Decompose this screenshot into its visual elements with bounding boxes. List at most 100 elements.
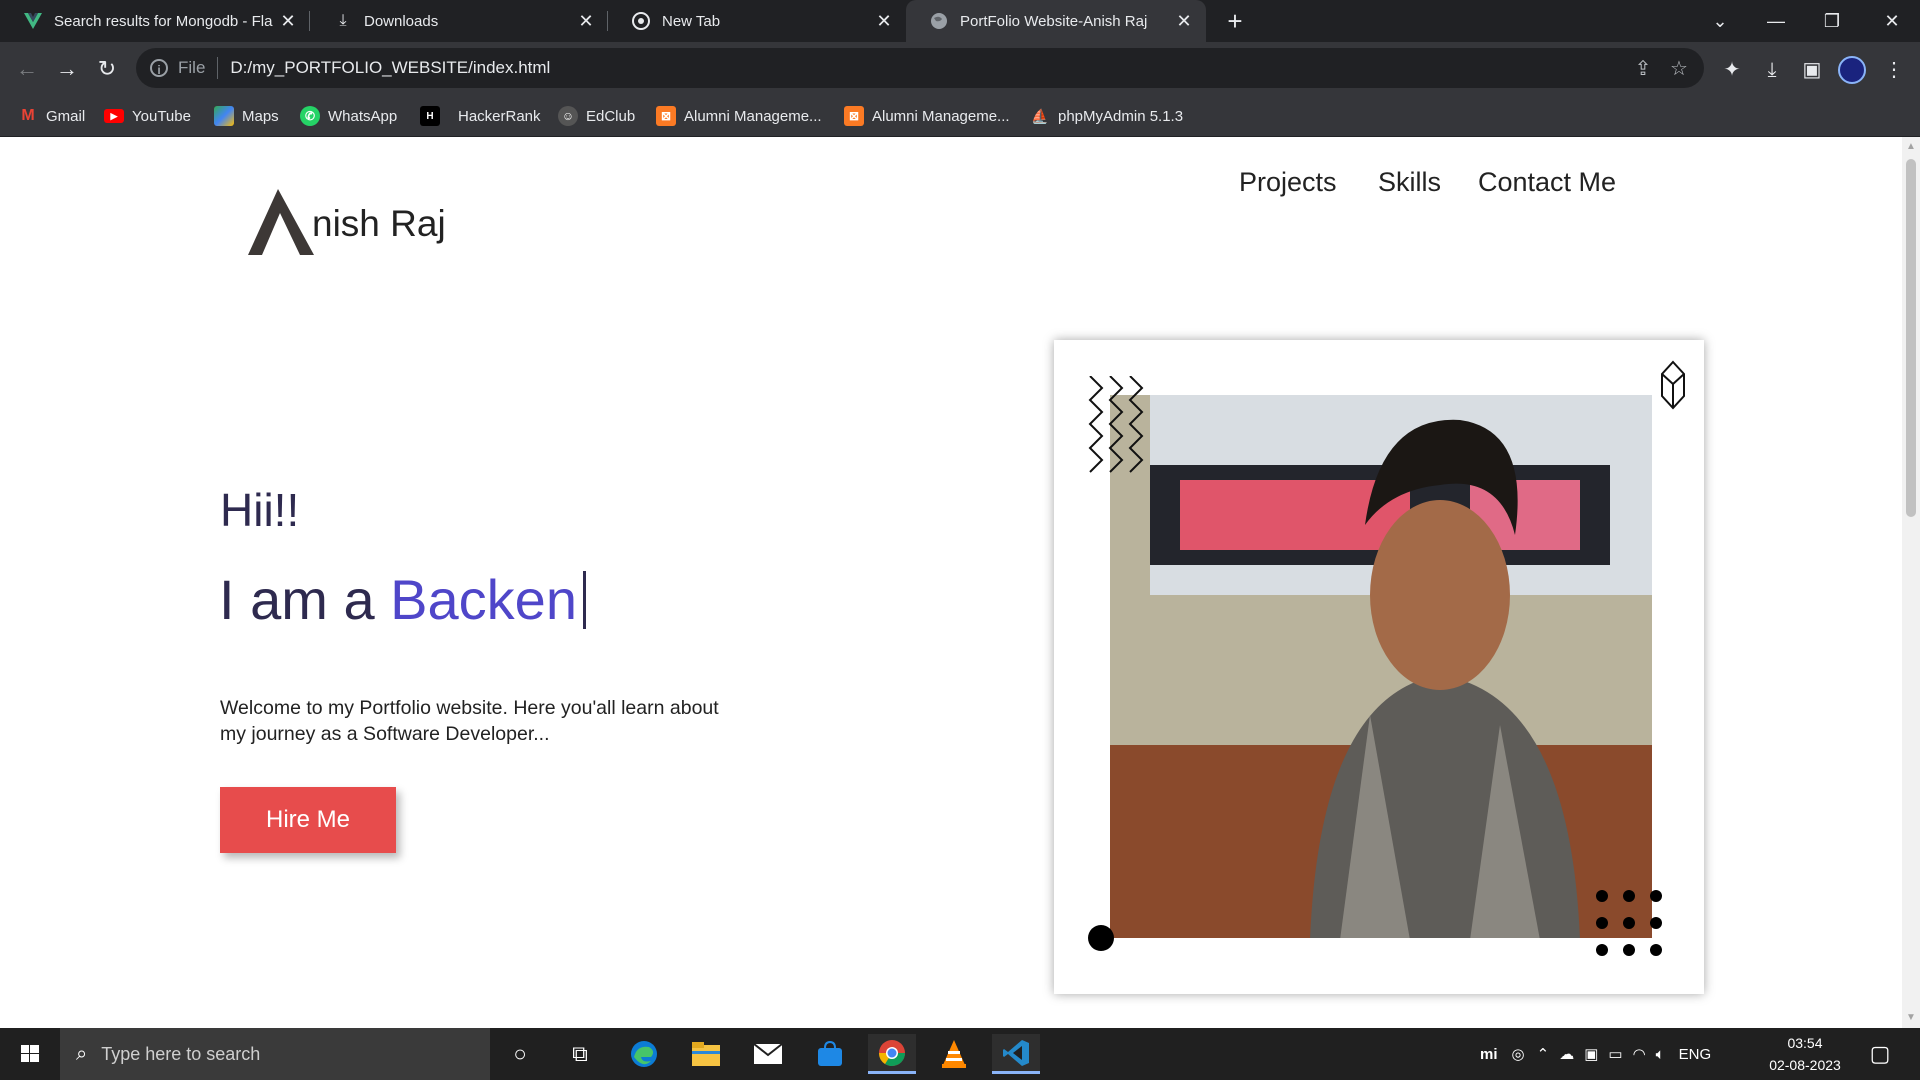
bookmark-alumni-1[interactable]: ⊠ Alumni Manageme... bbox=[656, 96, 822, 136]
hire-me-button[interactable]: Hire Me bbox=[220, 787, 396, 853]
clock-date: 02-08-2023 bbox=[1769, 1057, 1841, 1073]
bookmark-maps[interactable]: Maps bbox=[214, 96, 279, 136]
bookmark-alumni-2[interactable]: ⊠ Alumni Manageme... bbox=[844, 96, 1010, 136]
scroll-thumb[interactable] bbox=[1906, 159, 1916, 517]
bookmark-label: phpMyAdmin 5.1.3 bbox=[1058, 107, 1184, 125]
page-scrollbar[interactable]: ▲ ▼ bbox=[1902, 137, 1920, 1028]
back-icon[interactable]: ← bbox=[11, 53, 43, 85]
search-icon: ⌕ bbox=[76, 1042, 88, 1065]
store-icon[interactable] bbox=[806, 1034, 854, 1074]
tab-search-icon[interactable]: ⌄ bbox=[1692, 0, 1748, 42]
bookmark-star-icon[interactable]: ☆ bbox=[1666, 56, 1692, 82]
chevron-up-icon[interactable]: ⌃ bbox=[1537, 1045, 1550, 1063]
close-tab-icon[interactable]: ✕ bbox=[1170, 11, 1198, 32]
taskbar-search-box[interactable]: ⌕ Type here to search bbox=[60, 1028, 490, 1080]
site-logo[interactable]: nish Raj bbox=[248, 189, 446, 255]
intro-heading: I am a Backen bbox=[219, 567, 586, 632]
url-scheme: File bbox=[178, 58, 206, 77]
mail-icon[interactable] bbox=[744, 1034, 792, 1074]
scroll-down-icon[interactable]: ▼ bbox=[1902, 1010, 1920, 1026]
bookmark-label: Maps bbox=[242, 107, 279, 125]
bookmark-label: Alumni Manageme... bbox=[872, 107, 1010, 125]
volume-icon[interactable]: 🔈︎ bbox=[1656, 1046, 1665, 1063]
system-tray: mi ◎ ⌃ ☁ ▣ ▭ ◠ 🔈︎ ENG bbox=[1480, 1028, 1711, 1080]
crystal-decoration bbox=[1661, 360, 1685, 410]
close-tab-icon[interactable]: ✕ bbox=[870, 11, 898, 32]
onedrive-icon[interactable]: ☁ bbox=[1559, 1045, 1574, 1063]
menu-icon[interactable]: ⋮ bbox=[1880, 56, 1908, 84]
address-bar[interactable]: i File D:/my_PORTFOLIO_WEBSITE/index.htm… bbox=[136, 48, 1704, 88]
bookmark-hackerrank[interactable]: H HackerRank bbox=[420, 96, 541, 136]
notification-icon[interactable]: ▢ bbox=[1856, 1034, 1904, 1074]
meet-now-icon[interactable]: ▣ bbox=[1584, 1045, 1598, 1063]
tab-portfolio[interactable]: PortFolio Website-Anish Raj ✕ bbox=[906, 0, 1206, 42]
bookmark-label: YouTube bbox=[132, 107, 191, 125]
url-text[interactable]: D:/my_PORTFOLIO_WEBSITE/index.html bbox=[230, 58, 550, 78]
sync-icon[interactable]: ◎ bbox=[1512, 1045, 1525, 1063]
tab-title: Search results for Mongodb - Fla bbox=[54, 12, 273, 30]
share-icon[interactable]: ⇪ bbox=[1630, 56, 1656, 82]
language-indicator[interactable]: ENG bbox=[1679, 1046, 1712, 1063]
info-icon[interactable]: i bbox=[150, 59, 168, 77]
scroll-up-icon[interactable]: ▲ bbox=[1902, 139, 1920, 155]
tab-downloads[interactable]: ⤓ Downloads ✕ bbox=[310, 0, 608, 42]
wifi-icon[interactable]: ◠ bbox=[1633, 1045, 1646, 1063]
download-icon: ⤓ bbox=[339, 12, 347, 29]
nav-projects[interactable]: Projects bbox=[1239, 167, 1337, 198]
chrome-icon bbox=[632, 12, 650, 30]
nav-skills[interactable]: Skills bbox=[1378, 167, 1441, 198]
tab-new-tab[interactable]: New Tab ✕ bbox=[608, 0, 906, 42]
bookmark-phpmyadmin[interactable]: ⛵ phpMyAdmin 5.1.3 bbox=[1030, 96, 1183, 136]
close-window-button[interactable]: ✕ bbox=[1864, 0, 1920, 42]
minimize-button[interactable]: — bbox=[1748, 0, 1804, 42]
taskbar-clock[interactable]: 03:54 02-08-2023 bbox=[1764, 1032, 1846, 1076]
restore-button[interactable]: ❐ bbox=[1804, 0, 1860, 42]
bookmark-edclub[interactable]: ☺ EdClub bbox=[558, 96, 635, 136]
whatsapp-icon: ✆ bbox=[300, 106, 320, 126]
logo-name: nish Raj bbox=[312, 203, 446, 244]
new-tab-button[interactable]: + bbox=[1220, 6, 1250, 36]
close-tab-icon[interactable]: ✕ bbox=[274, 11, 302, 32]
maps-icon bbox=[214, 106, 234, 126]
tab-mongodb-search[interactable]: Search results for Mongodb - Fla ✕ bbox=[0, 0, 310, 42]
bookmark-label: HackerRank bbox=[458, 107, 541, 125]
youtube-icon: ▶ bbox=[104, 109, 124, 123]
profile-photo-card bbox=[1054, 340, 1704, 994]
vscode-icon[interactable] bbox=[992, 1034, 1040, 1074]
bookmark-label: Gmail bbox=[46, 107, 86, 125]
xampp-icon: ⊠ bbox=[656, 106, 676, 126]
extensions-icon[interactable]: ✦ bbox=[1718, 56, 1746, 84]
edclub-icon: ☺ bbox=[558, 106, 578, 126]
close-tab-icon[interactable]: ✕ bbox=[572, 11, 600, 32]
vlc-icon[interactable] bbox=[930, 1034, 978, 1074]
tab-title: New Tab bbox=[662, 12, 721, 30]
bookmark-label: EdClub bbox=[586, 107, 636, 125]
reload-icon[interactable]: ↻ bbox=[91, 53, 123, 85]
chrome-icon[interactable] bbox=[868, 1034, 916, 1074]
divider bbox=[217, 57, 219, 79]
file-explorer-icon[interactable] bbox=[682, 1034, 730, 1074]
nav-contact-me[interactable]: Contact Me bbox=[1478, 167, 1616, 198]
edge-icon[interactable] bbox=[620, 1034, 668, 1074]
typing-cursor bbox=[582, 571, 586, 629]
globe-icon bbox=[930, 12, 948, 30]
downloads-icon[interactable]: ⤓ bbox=[1758, 56, 1786, 84]
mi-icon[interactable]: mi bbox=[1480, 1046, 1498, 1063]
bookmark-whatsapp[interactable]: ✆ WhatsApp bbox=[300, 96, 397, 136]
battery-icon[interactable]: ▭ bbox=[1608, 1045, 1622, 1063]
profile-avatar[interactable] bbox=[1838, 56, 1866, 84]
forward-icon[interactable]: → bbox=[51, 53, 83, 85]
windows-taskbar: ⌕ Type here to search ○ ⧉ mi ◎ ⌃ ☁ ▣ ▭ ◠… bbox=[0, 1028, 1920, 1080]
intro-prefix: I am a bbox=[219, 568, 391, 631]
typed-role: Backen bbox=[390, 568, 577, 631]
bookmark-youtube[interactable]: ▶ YouTube bbox=[104, 96, 191, 136]
profile-photo bbox=[1110, 395, 1652, 938]
side-panel-icon[interactable]: ▣ bbox=[1798, 56, 1826, 84]
cortana-icon[interactable]: ○ bbox=[496, 1034, 544, 1074]
xampp-icon: ⊠ bbox=[844, 106, 864, 126]
tab-title: PortFolio Website-Anish Raj bbox=[960, 12, 1148, 30]
tab-strip: Search results for Mongodb - Fla ✕ ⤓ Dow… bbox=[0, 0, 1920, 42]
windows-start-icon[interactable] bbox=[10, 1038, 50, 1070]
bookmark-gmail[interactable]: M Gmail bbox=[18, 96, 85, 136]
task-view-icon[interactable]: ⧉ bbox=[556, 1034, 604, 1074]
